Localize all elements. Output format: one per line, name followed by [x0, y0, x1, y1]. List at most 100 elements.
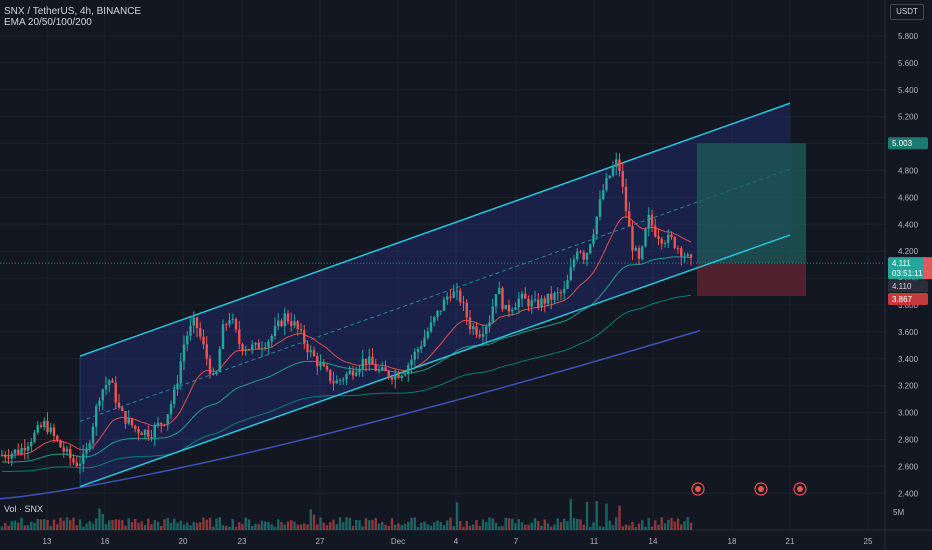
volume-bar — [98, 508, 101, 530]
candle-body — [527, 298, 530, 307]
candle-body — [17, 449, 20, 454]
volume-bar — [676, 518, 680, 530]
candle-body — [225, 324, 228, 326]
y-tick-label: 4.800 — [898, 167, 919, 176]
candle-body — [670, 234, 673, 238]
candle-body — [654, 225, 657, 237]
candle-body — [23, 447, 26, 451]
candle-body — [173, 389, 176, 404]
candle-body — [442, 299, 446, 311]
volume-bar — [225, 525, 228, 530]
candle-body — [257, 342, 260, 350]
volume-bar — [338, 517, 342, 530]
candle-body — [403, 374, 407, 376]
candle-body — [195, 317, 199, 329]
volume-bar — [319, 517, 322, 530]
volume-bar — [462, 526, 465, 530]
candle-body — [75, 462, 78, 466]
candle-body — [660, 238, 663, 244]
y-tick-label: 2.800 — [898, 436, 919, 445]
candle-body — [124, 411, 127, 424]
volume-bar — [550, 526, 553, 530]
volume-bar — [56, 524, 59, 530]
candle-body — [153, 425, 156, 438]
y-tick-label: 3.000 — [898, 409, 919, 418]
volume-bar — [647, 518, 650, 530]
candle-body — [215, 372, 218, 374]
candle-body — [189, 325, 192, 336]
volume-bar — [478, 525, 481, 530]
candle-body — [270, 336, 273, 342]
candle-body — [449, 296, 452, 298]
x-tick-label: Dec — [391, 537, 405, 546]
candle-body — [524, 293, 527, 299]
volume-bar — [33, 522, 36, 530]
candle-body — [0, 455, 4, 457]
volume-bar — [192, 522, 195, 530]
candle-body — [514, 307, 517, 310]
currency-badge[interactable]: USDT — [890, 4, 924, 20]
y-tick-label: 3.400 — [898, 355, 919, 364]
y-tick-label: 3.200 — [898, 382, 919, 391]
volume-bar — [540, 525, 543, 530]
volume-bar — [69, 520, 72, 530]
candle-body — [160, 422, 163, 425]
candle-body — [88, 443, 91, 449]
candle-body — [231, 318, 234, 321]
volume-bar — [59, 517, 62, 530]
candle-body — [689, 254, 693, 258]
candle-body — [589, 244, 592, 254]
candle-body — [426, 331, 429, 338]
candle-body — [400, 375, 403, 379]
volume-bar — [654, 520, 657, 530]
candle-body — [283, 313, 286, 327]
candle-body — [59, 440, 62, 448]
candle-body — [553, 293, 556, 300]
volume-bar — [345, 517, 348, 530]
candle-body — [62, 447, 65, 452]
candle-body — [134, 425, 137, 429]
candle-body — [192, 317, 195, 326]
candle-body — [36, 425, 39, 433]
volume-bar — [13, 520, 17, 530]
volume-bar — [212, 526, 215, 530]
volume-bar — [465, 520, 468, 530]
volume-bar — [316, 524, 319, 530]
volume-bar — [104, 524, 108, 530]
candle-body — [306, 343, 309, 353]
volume-bar — [624, 524, 628, 530]
ema-value-label: 4.110 — [892, 282, 912, 291]
volume-bar — [134, 519, 137, 530]
volume-bar — [511, 518, 514, 530]
candle-body — [238, 329, 241, 345]
volume-bar — [286, 521, 290, 530]
candle-body — [186, 335, 189, 345]
volume-bar — [251, 526, 254, 530]
candle-body — [338, 379, 342, 381]
volume-bar — [101, 514, 104, 530]
candle-body — [277, 320, 280, 327]
volume-bar — [436, 520, 439, 530]
volume-bar — [390, 518, 394, 530]
target-price-label: 5.003 — [892, 139, 913, 148]
volume-bar — [218, 517, 221, 530]
y-tick-label: 5.600 — [898, 59, 919, 68]
candle-body — [491, 306, 494, 323]
volume-bar — [582, 524, 585, 530]
volume-bar — [244, 517, 247, 530]
x-tick-label: 13 — [43, 537, 52, 546]
candle-body — [680, 248, 683, 257]
candle-body — [46, 420, 49, 433]
candle-body — [540, 298, 543, 308]
candle-body — [163, 424, 166, 426]
volume-bar — [130, 521, 134, 530]
stop-zone — [697, 263, 806, 296]
price-chart[interactable]: 5.8005.6005.4005.2005.0004.8004.6004.400… — [0, 0, 932, 550]
volume-bar — [62, 520, 65, 530]
volume-bar — [160, 526, 163, 530]
candle-body — [65, 448, 69, 452]
volume-bar — [283, 524, 286, 530]
candle-body — [478, 334, 481, 337]
candle-body — [345, 373, 348, 380]
volume-bar — [195, 522, 199, 530]
